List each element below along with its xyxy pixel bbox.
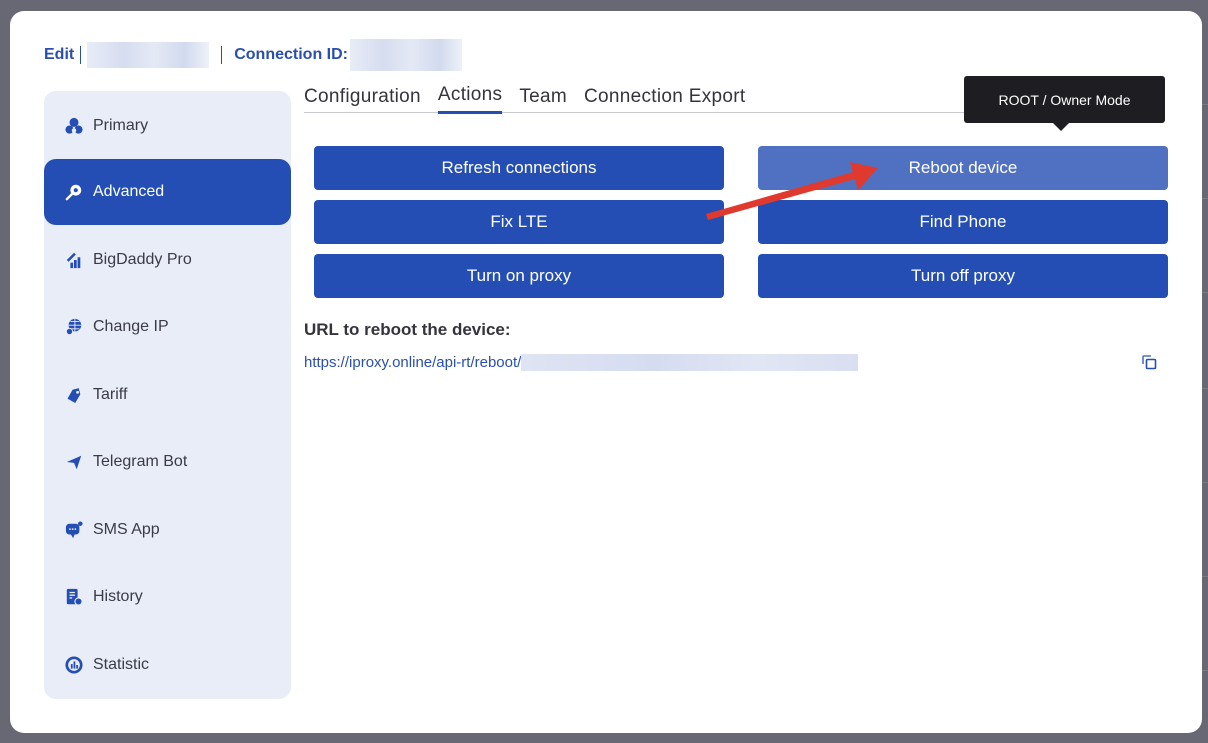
tag-icon — [64, 385, 84, 405]
document-clock-icon — [64, 587, 84, 607]
connection-id-label: Connection ID: — [234, 46, 348, 63]
reboot-url-label: URL to reboot the device: — [304, 320, 511, 339]
sidebar-item-statistic[interactable]: Statistic — [44, 632, 291, 698]
sidebar-item-tariff[interactable]: Tariff — [44, 362, 291, 428]
sidebar-item-label: Statistic — [93, 656, 150, 673]
sidebar-item-bigdaddy-pro[interactable]: BigDaddy Pro — [44, 227, 291, 293]
sidebar-item-label: Primary — [93, 117, 149, 134]
sidebar-item-label: SMS App — [93, 521, 160, 538]
paper-plane-icon — [64, 452, 84, 472]
modal-header: Edit Connection ID: — [44, 39, 462, 71]
chart-circle-icon — [64, 655, 84, 675]
tab-team[interactable]: Team — [519, 82, 567, 113]
reboot-url-link[interactable]: https://iproxy.online/api-rt/reboot/ — [304, 354, 521, 371]
background-divider — [1202, 670, 1208, 671]
background-divider — [1202, 104, 1208, 105]
tab-connection-export[interactable]: Connection Export — [584, 82, 745, 113]
users-icon — [64, 116, 84, 136]
sidebar-item-label: Advanced — [93, 183, 165, 200]
sidebar-item-label: History — [93, 588, 143, 605]
sidebar-item-label: Telegram Bot — [93, 453, 188, 470]
edit-title: Edit — [44, 46, 75, 63]
header-separator — [80, 46, 82, 64]
fix-lte-button[interactable]: Fix LTE — [314, 200, 724, 244]
sidebar-item-change-ip[interactable]: Change IP — [44, 294, 291, 360]
reboot-url-row: https://iproxy.online/api-rt/reboot/ — [304, 352, 1159, 372]
header-separator — [221, 46, 223, 64]
copy-icon[interactable] — [1139, 352, 1159, 372]
turn-off-proxy-button[interactable]: Turn off proxy — [758, 254, 1168, 298]
turn-on-proxy-button[interactable]: Turn on proxy — [314, 254, 724, 298]
sidebar-item-label: BigDaddy Pro — [93, 251, 192, 268]
background-divider — [1202, 198, 1208, 199]
sidebar-item-label: Change IP — [93, 318, 169, 335]
redacted-connection-id — [349, 39, 462, 71]
tab-configuration[interactable]: Configuration — [304, 82, 421, 113]
refresh-connections-button[interactable]: Refresh connections — [314, 146, 724, 190]
background-divider — [1202, 292, 1208, 293]
tab-actions[interactable]: Actions — [437, 82, 503, 114]
sidebar: Primary Advanced BigDaddy Pro Change IP … — [44, 91, 291, 699]
rocket-bars-icon — [64, 250, 84, 270]
sidebar-item-sms-app[interactable]: SMS App — [44, 497, 291, 563]
redacted-connection-name — [87, 42, 210, 68]
background-divider — [1202, 482, 1208, 483]
root-owner-mode-tooltip: ROOT / Owner Mode — [964, 76, 1165, 131]
background-divider — [1202, 388, 1208, 389]
redacted-url-token — [521, 353, 859, 371]
sidebar-item-primary[interactable]: Primary — [44, 93, 291, 159]
sidebar-item-history[interactable]: History — [44, 564, 291, 630]
reboot-device-button[interactable]: Reboot device — [758, 146, 1168, 190]
background-divider — [1202, 576, 1208, 577]
search-gear-icon — [64, 182, 84, 202]
chat-bubble-icon — [64, 520, 84, 540]
globe-user-icon — [64, 317, 84, 337]
sidebar-item-telegram-bot[interactable]: Telegram Bot — [44, 429, 291, 495]
background-page-edge — [1202, 0, 1208, 743]
sidebar-item-advanced[interactable]: Advanced — [44, 159, 291, 225]
find-phone-button[interactable]: Find Phone — [758, 200, 1168, 244]
sidebar-item-label: Tariff — [93, 386, 128, 403]
